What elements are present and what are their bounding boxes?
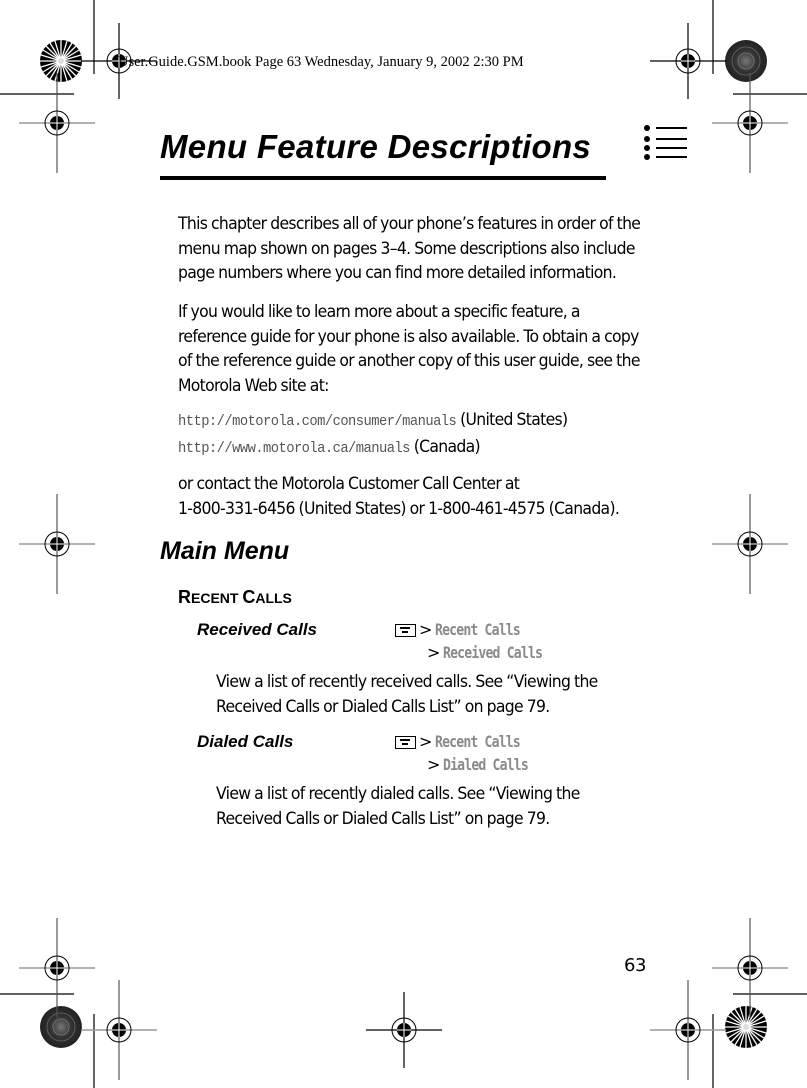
feature-description-dialed-calls: View a list of recently dialed calls. Se… <box>216 782 580 831</box>
text-line: of the reference guide or another copy o… <box>178 351 640 371</box>
url-list: http://motorola.com/consumer/manuals (Un… <box>178 408 568 462</box>
text-line: or contact the Motorola Customer Call Ce… <box>178 474 520 494</box>
separator: > <box>427 643 441 662</box>
text-line: View a list of recently dialed calls. Se… <box>216 784 580 804</box>
text-line: menu map shown on pages 3–4. Some descri… <box>178 238 636 259</box>
text-line: If you would like to learn more about a … <box>178 302 580 322</box>
path-item: Dialed Calls <box>443 755 529 774</box>
disc-mark-bottom-left <box>40 1006 82 1048</box>
path-item: Received Calls <box>443 643 543 662</box>
starburst-mark-bottom-right <box>724 1005 768 1049</box>
intro-paragraph-1: This chapter describes all of your phone… <box>178 212 641 286</box>
menu-key-icon <box>395 624 416 637</box>
text-line: 1-800-331-6456 (United States) or 1-800-… <box>178 498 620 519</box>
text-line: reference guide for your phone is also a… <box>178 326 639 347</box>
feature-name-dialed-calls: Dialed Calls <box>197 732 294 751</box>
separator: > <box>419 620 433 639</box>
text-line: This chapter describes all of your phone… <box>178 214 641 234</box>
separator: > <box>419 732 433 751</box>
path-item: Recent Calls <box>435 732 521 751</box>
url-link-us[interactable]: http://motorola.com/consumer/manuals <box>178 413 457 430</box>
menu-path-dialed-calls: > Recent Calls > Dialed Calls <box>395 730 547 776</box>
menu-path-received-calls: > Recent Calls > Received Calls <box>395 618 564 664</box>
page-number: 63 <box>624 955 646 976</box>
feature-name-received-calls: Received Calls <box>197 620 318 639</box>
intro-paragraph-2: If you would like to learn more about a … <box>178 300 640 398</box>
text-line: Received Calls or Dialed Calls List” on … <box>216 696 550 717</box>
text-line: Motorola Web site at: <box>178 375 329 396</box>
text-line: View a list of recently received calls. … <box>216 672 598 692</box>
title-rule <box>160 176 606 180</box>
menu-list-icon <box>644 123 690 161</box>
intro-paragraph-3: or contact the Motorola Customer Call Ce… <box>178 472 620 521</box>
url-region: (Canada) <box>413 436 481 457</box>
url-item: http://motorola.com/consumer/manuals (Un… <box>178 408 568 435</box>
disc-mark-top-right <box>725 40 767 82</box>
separator: > <box>427 755 441 774</box>
menu-key-icon <box>395 736 416 749</box>
feature-description-received-calls: View a list of recently received calls. … <box>216 670 598 719</box>
chapter-title: Menu Feature Descriptions <box>160 128 592 165</box>
url-region: (United States) <box>460 410 568 430</box>
url-item: http://www.motorola.ca/manuals (Canada) <box>178 435 567 462</box>
text-line: page numbers where you can find more det… <box>178 263 617 283</box>
subsection-heading-recent-calls: RECENT CALLS <box>178 587 292 607</box>
url-link-canada[interactable]: http://www.motorola.ca/manuals <box>178 440 410 457</box>
starburst-mark-top-left <box>40 40 82 82</box>
section-heading-main-menu: Main Menu <box>160 537 290 565</box>
print-header: User.Guide.GSM.book Page 63 Wednesday, J… <box>118 54 524 70</box>
text-line: Received Calls or Dialed Calls List” on … <box>216 808 550 829</box>
path-item: Recent Calls <box>435 620 521 639</box>
